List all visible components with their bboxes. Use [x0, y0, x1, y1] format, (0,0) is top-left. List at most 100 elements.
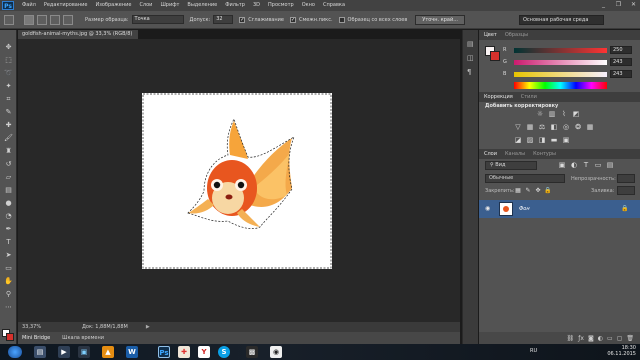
brightness-contrast-icon[interactable]: ☼: [535, 110, 545, 119]
antialias-checkbox[interactable]: ✓: [239, 16, 246, 23]
menu-type[interactable]: Шрифт: [156, 0, 183, 11]
filter-pixel-icon[interactable]: ▣: [557, 161, 567, 170]
onenote-icon[interactable]: ✚: [178, 346, 190, 358]
type-tool-icon[interactable]: T: [3, 237, 14, 247]
system-clock[interactable]: 18:30 06.11.2015: [607, 345, 636, 357]
eyedropper-tool-icon[interactable]: ✎: [3, 107, 14, 117]
tab-adjustments[interactable]: Коррекция: [484, 94, 513, 100]
black-white-icon[interactable]: ◧: [549, 123, 559, 132]
channel-mixer-icon[interactable]: ❂: [573, 123, 583, 132]
lock-pixels-icon[interactable]: ✎: [523, 186, 533, 195]
invert-icon[interactable]: ◪: [513, 136, 523, 145]
filter-adjustment-icon[interactable]: ◐: [569, 161, 579, 170]
tab-channels[interactable]: Каналы: [505, 151, 525, 157]
tab-paths[interactable]: Контуры: [533, 151, 556, 157]
menu-select[interactable]: Выделение: [183, 0, 221, 11]
layer-style-icon[interactable]: ƒx: [578, 335, 584, 342]
start-button-icon[interactable]: [8, 346, 22, 358]
blue-value[interactable]: 243: [610, 70, 632, 78]
move-tool-icon[interactable]: ✥: [3, 42, 14, 52]
camera-app-icon[interactable]: ◉: [270, 346, 282, 358]
intersect-selection-icon[interactable]: [63, 14, 73, 25]
threshold-icon[interactable]: ◨: [537, 136, 547, 145]
zoom-tool-icon[interactable]: ⚲: [3, 289, 14, 299]
marquee-tool-icon[interactable]: ⬚: [3, 55, 14, 65]
layer-mask-icon[interactable]: ◙: [588, 335, 594, 342]
exposure-icon[interactable]: ◩: [571, 110, 581, 119]
tab-swatches[interactable]: Образцы: [505, 32, 528, 38]
paragraph-panel-icon[interactable]: ¶: [467, 68, 475, 76]
folder-icon[interactable]: ▣: [78, 346, 90, 358]
gradient-tool-icon[interactable]: ▤: [3, 185, 14, 195]
clone-stamp-tool-icon[interactable]: ♜: [3, 146, 14, 156]
minimize-button[interactable]: _: [599, 1, 608, 9]
document-tab[interactable]: goldfish-animal-myths.jpg @ 33,3% (RGB/8…: [18, 30, 138, 39]
maximize-button[interactable]: ❐: [614, 1, 623, 9]
fill-input[interactable]: [617, 186, 635, 195]
tab-styles[interactable]: Стили: [521, 94, 537, 100]
selective-color-icon[interactable]: ▣: [561, 136, 571, 145]
tab-mini-bridge[interactable]: Mini Bridge: [22, 335, 50, 341]
eye-icon[interactable]: ◉: [485, 205, 490, 212]
shape-tool-icon[interactable]: ▭: [3, 263, 14, 273]
hue-saturation-icon[interactable]: ▦: [525, 123, 535, 132]
photoshop-taskbar-icon[interactable]: Ps: [158, 346, 170, 358]
green-slider[interactable]: [514, 60, 607, 65]
lasso-tool-icon[interactable]: ➰: [3, 68, 14, 78]
blue-slider[interactable]: [514, 72, 607, 77]
background-color-swatch[interactable]: [6, 333, 14, 341]
sample-size-select[interactable]: Точка: [131, 15, 184, 24]
dodge-tool-icon[interactable]: ◔: [3, 211, 14, 221]
status-arrow-icon[interactable]: ▶: [146, 324, 150, 330]
red-slider[interactable]: [514, 48, 607, 53]
history-panel-icon[interactable]: ▤: [467, 40, 475, 48]
new-adjustment-icon[interactable]: ◐: [598, 335, 603, 342]
menu-filter[interactable]: Фильтр: [221, 0, 249, 11]
explorer-icon[interactable]: ▤: [34, 346, 46, 358]
zoom-level[interactable]: 33,37%: [22, 324, 62, 330]
menu-edit[interactable]: Редактирование: [40, 0, 92, 11]
word-icon[interactable]: W: [126, 346, 138, 358]
contiguous-checkbox[interactable]: ✓: [289, 16, 296, 23]
menu-image[interactable]: Изображение: [91, 0, 135, 11]
tolerance-input[interactable]: 32: [213, 15, 234, 24]
filter-shape-icon[interactable]: ▭: [593, 161, 603, 170]
gradient-map-icon[interactable]: ▬: [549, 136, 559, 145]
curves-icon[interactable]: ⌇: [559, 110, 569, 119]
magic-wand-preset-icon[interactable]: [4, 14, 14, 25]
menu-file[interactable]: Файл: [18, 0, 40, 11]
lock-transparent-icon[interactable]: ▦: [513, 186, 523, 195]
properties-panel-icon[interactable]: ◫: [467, 54, 475, 62]
menu-window[interactable]: Окно: [298, 0, 319, 11]
pen-tool-icon[interactable]: ✒: [3, 224, 14, 234]
tab-timeline[interactable]: Шкала времени: [62, 335, 104, 341]
history-brush-tool-icon[interactable]: ↺: [3, 159, 14, 169]
workspace-select[interactable]: Основная рабочая среда: [519, 15, 604, 25]
vibrance-icon[interactable]: ▽: [513, 123, 523, 132]
all-layers-checkbox[interactable]: [338, 16, 345, 23]
tab-layers[interactable]: Слои: [484, 151, 497, 157]
hand-tool-icon[interactable]: ✋: [3, 276, 14, 286]
brush-tool-icon[interactable]: 🖌: [3, 133, 14, 143]
subtract-selection-icon[interactable]: [50, 14, 60, 25]
skype-icon[interactable]: S: [218, 346, 230, 358]
more-tools-icon[interactable]: ⋯: [3, 302, 14, 312]
filter-type-icon[interactable]: T: [581, 161, 591, 170]
color-spectrum-ramp[interactable]: [514, 82, 607, 89]
menu-3d[interactable]: 3D: [249, 0, 264, 11]
healing-brush-tool-icon[interactable]: ✚: [3, 120, 14, 130]
layer-name[interactable]: Фон: [519, 206, 530, 212]
menu-layers[interactable]: Слои: [135, 0, 156, 11]
color-lookup-icon[interactable]: ▦: [585, 123, 595, 132]
blend-mode-select[interactable]: Обычные: [485, 174, 565, 183]
magic-wand-tool-icon[interactable]: ✦: [3, 81, 14, 91]
crop-tool-icon[interactable]: ⌗: [3, 94, 14, 104]
new-layer-icon[interactable]: ▢: [617, 335, 623, 342]
link-layers-icon[interactable]: ⛓: [567, 335, 575, 342]
new-group-icon[interactable]: ▭: [607, 335, 613, 342]
layer-filter-select[interactable]: ⚲ Вид: [485, 161, 537, 170]
video-editor-icon[interactable]: ▩: [246, 346, 258, 358]
red-value[interactable]: 250: [610, 46, 632, 54]
layer-row-background[interactable]: ◉ Фон 🔒: [479, 200, 640, 218]
menu-help[interactable]: Справка: [319, 0, 349, 11]
